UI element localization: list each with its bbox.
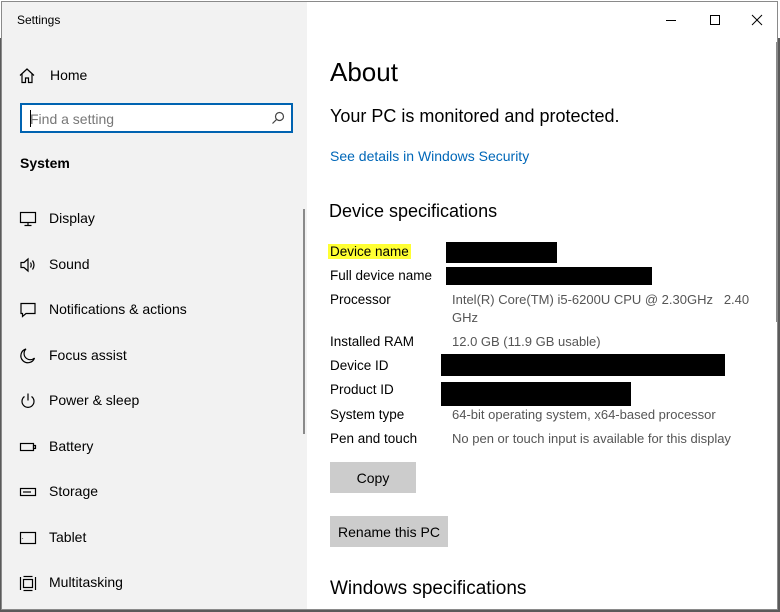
highlight-marker: Device name (328, 244, 411, 259)
sidebar-item-power-sleep[interactable]: Power & sleep (2, 378, 302, 424)
sidebar-item-label: Focus assist (49, 346, 127, 363)
processor-label: Processor (330, 292, 391, 307)
home-icon (19, 68, 35, 84)
section-title: System (20, 155, 70, 171)
sidebar-item-label: Sound (49, 255, 90, 272)
search-input[interactable] (30, 110, 260, 128)
main-scrollbar[interactable] (776, 42, 777, 322)
sidebar-item-notifications[interactable]: Notifications & actions (2, 287, 302, 333)
sidebar-item-sound[interactable]: Sound (2, 242, 302, 288)
maximize-icon[interactable] (705, 10, 725, 30)
battery-icon (19, 442, 37, 451)
full-device-name-label: Full device name (330, 268, 433, 283)
search-icon[interactable] (271, 111, 285, 125)
sidebar-item-battery[interactable]: Battery (2, 424, 302, 470)
page-title: About (330, 57, 398, 87)
device-name-label: Device name (328, 244, 411, 259)
sidebar-item-multitasking[interactable]: Multitasking (2, 560, 302, 606)
sidebar-item-label: Storage (49, 483, 99, 499)
ram-value: 12.0 GB (11.9 GB usable) (452, 334, 601, 349)
sidebar-item-focus-assist[interactable]: Focus assist (2, 333, 302, 379)
product-id-label: Product ID (330, 382, 394, 397)
rename-pc-button[interactable]: Rename this PC (330, 516, 448, 547)
sidebar-item-label: Power & sleep (49, 392, 140, 408)
sidebar-item-label: Notifications & actions (49, 301, 187, 317)
home-label: Home (50, 67, 88, 83)
sidebar-home[interactable]: Home (2, 58, 307, 92)
system-type-label: System type (330, 407, 405, 422)
sidebar-nav: Display Sound Notifications & actions Fo… (2, 196, 302, 606)
device-id-label: Device ID (330, 358, 389, 373)
pen-touch-label: Pen and touch (330, 431, 418, 446)
system-type-value: 64-bit operating system, x64-based proce… (452, 407, 716, 422)
sidebar-item-display[interactable]: Display (2, 196, 302, 242)
storage-icon (19, 487, 37, 497)
sidebar-item-storage[interactable]: Storage (2, 469, 302, 515)
protection-status: Your PC is monitored and protected. (330, 106, 620, 126)
processor-value-line2: GHz (452, 310, 478, 325)
sidebar-item-label: Battery (49, 437, 94, 454)
copy-button[interactable]: Copy (330, 462, 416, 493)
redacted-product-id (441, 382, 631, 406)
close-icon[interactable] (747, 10, 767, 30)
device-specs-heading: Device specifications (329, 201, 498, 221)
processor-value-line1: Intel(R) Core(TM) i5-6200U CPU @ 2.30GHz… (452, 292, 750, 307)
main-content: About Your PC is monitored and protected… (307, 2, 777, 609)
redacted-full-device-name (446, 267, 652, 285)
windows-security-link[interactable]: See details in Windows Security (330, 148, 529, 164)
sidebar-item-tablet[interactable]: Tablet (2, 515, 302, 561)
redacted-device-name (446, 242, 557, 263)
pen-touch-value: No pen or touch input is available for t… (452, 431, 731, 446)
sidebar: Settings Home System Display (2, 2, 307, 609)
sidebar-item-label: Tablet (49, 528, 87, 545)
monitor-icon (19, 211, 37, 227)
sidebar-item-label: Multitasking (49, 574, 123, 590)
windows-specs-heading: Windows specifications (330, 578, 527, 599)
power-icon (21, 393, 35, 408)
app-title: Settings (17, 13, 61, 27)
tablet-icon (19, 531, 37, 544)
multitasking-icon (19, 575, 37, 592)
minimize-icon[interactable] (661, 10, 681, 30)
moon-icon (20, 347, 36, 363)
notification-icon (20, 302, 36, 318)
ram-label: Installed RAM (330, 334, 415, 349)
sidebar-scrollbar[interactable] (303, 209, 305, 434)
search-box[interactable] (20, 103, 293, 133)
speaker-icon (20, 257, 35, 272)
settings-window: Settings Home System Display (1, 1, 778, 610)
sidebar-item-label: Display (49, 210, 95, 226)
redacted-device-id (441, 354, 725, 376)
